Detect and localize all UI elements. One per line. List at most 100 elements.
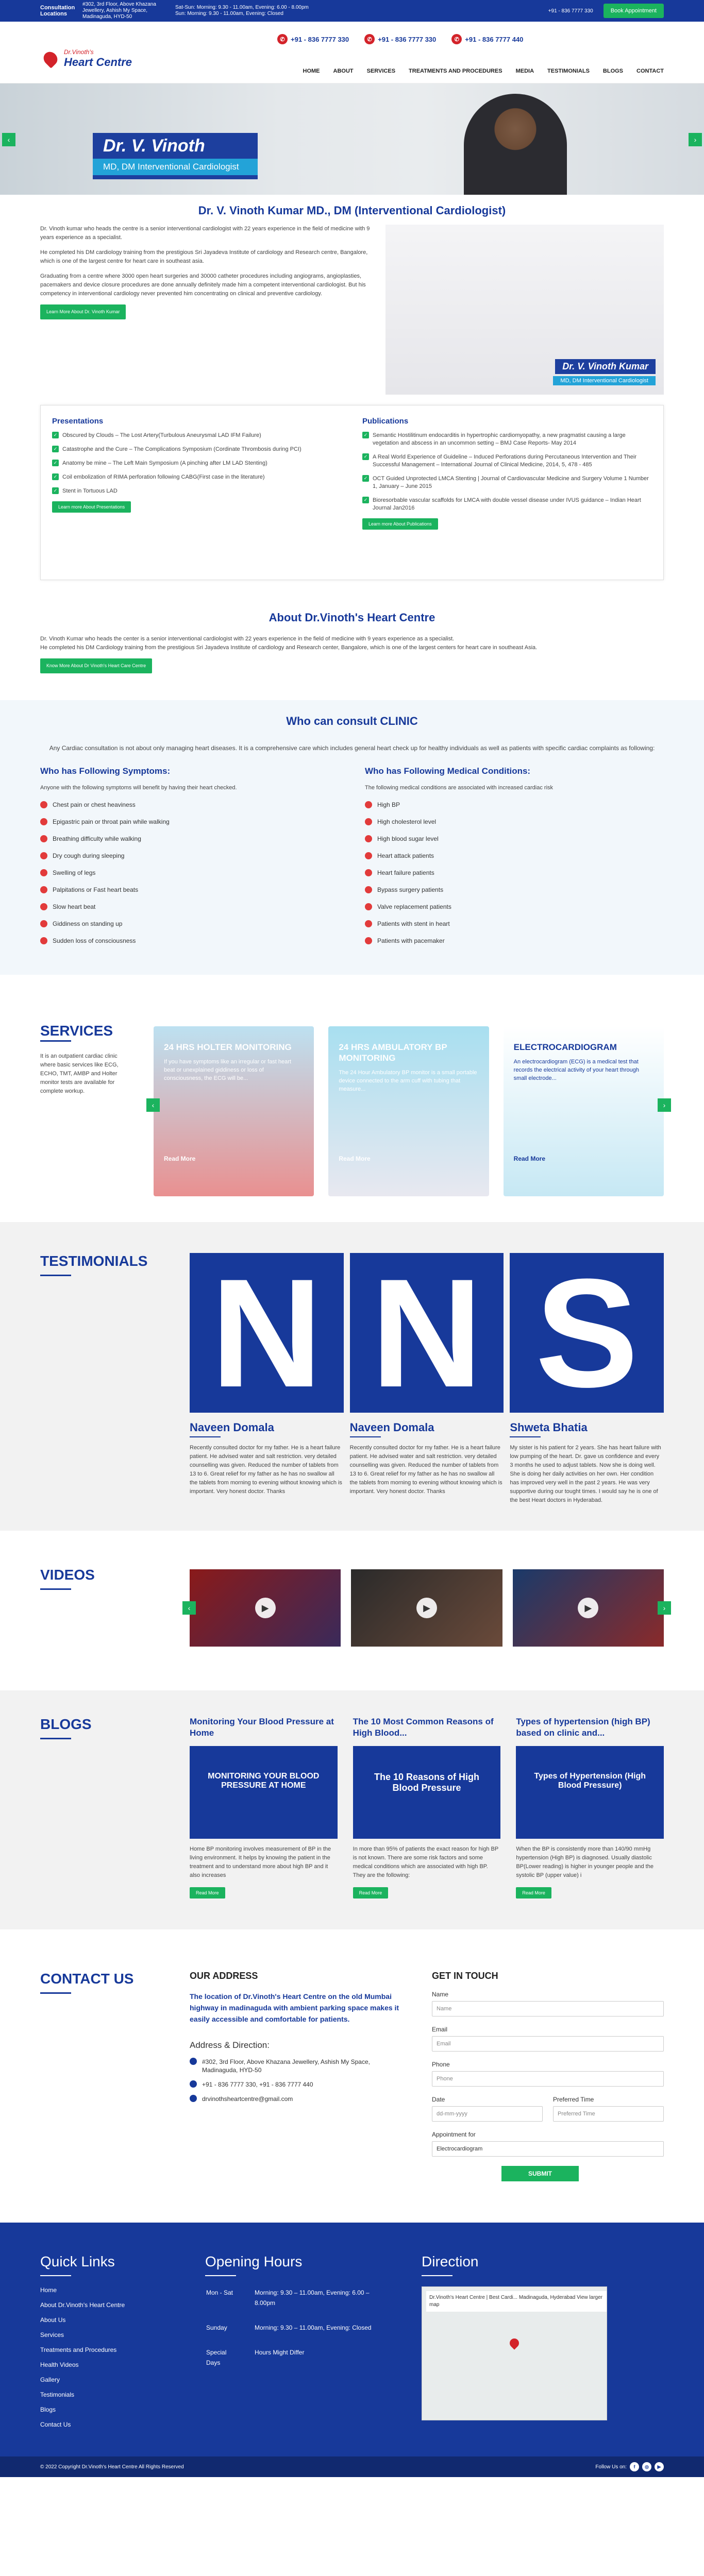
date-field[interactable]: dd-mm-yyyy bbox=[432, 2106, 543, 2122]
list-item: High cholesterol level bbox=[365, 818, 664, 825]
header-phone-3[interactable]: ✆ +91 - 836 7777 440 bbox=[451, 34, 523, 44]
footer-link[interactable]: Treatments and Procedures bbox=[40, 2346, 174, 2353]
list-item: Patients with stent in heart bbox=[365, 920, 664, 927]
nav-services[interactable]: SERVICES bbox=[367, 68, 395, 74]
map-embed[interactable]: Dr.Vinoth's Heart Centre | Best Cardi...… bbox=[422, 2286, 607, 2420]
phone-icon: ✆ bbox=[277, 34, 288, 44]
videos-next-button[interactable]: › bbox=[658, 1601, 671, 1615]
testimonials-section: TESTIMONIALS N Naveen Domala Recently cons… bbox=[0, 1222, 704, 1531]
list-item: Epigastric pain or throat pain while wal… bbox=[40, 818, 339, 825]
footer-link[interactable]: Health Videos bbox=[40, 2361, 174, 2368]
play-icon: ▶ bbox=[255, 1598, 276, 1618]
presentations-publications-box: Presentations Obscured by Clouds – The L… bbox=[40, 405, 664, 580]
footer-link[interactable]: About Us bbox=[40, 2316, 174, 2324]
list-item: High BP bbox=[365, 801, 664, 808]
service-card[interactable]: 24 HRS AMBULATORY BP MONITORING The 24 Ho… bbox=[328, 1026, 489, 1196]
publications-title: Publications bbox=[362, 417, 409, 426]
doctor-bio-p2: He completed his DM cardiology training … bbox=[40, 249, 368, 264]
consult-intro: Any Cardiac consultation is not about on… bbox=[49, 744, 655, 752]
nav-about[interactable]: ABOUT bbox=[333, 68, 354, 74]
list-item: Catastrophe and the Cure – The Complicat… bbox=[52, 446, 342, 453]
nav-blogs[interactable]: BLOGS bbox=[603, 68, 623, 74]
header-phone-1[interactable]: ✆ +91 - 836 7777 330 bbox=[277, 34, 349, 44]
presentations-title: Presentations bbox=[52, 417, 104, 426]
testimonial-card: N Naveen Domala Recently consulted doctor … bbox=[190, 1253, 344, 1505]
name-field[interactable]: Name bbox=[432, 2001, 664, 2016]
footer-link[interactable]: Testimonials bbox=[40, 2391, 174, 2398]
learn-more-doctor-button[interactable]: Learn More About Dr. Vinoth Kumar bbox=[40, 304, 126, 319]
list-item: Sudden loss of consciousness bbox=[40, 937, 339, 944]
logo[interactable]: Dr.Vinoth's Heart Centre bbox=[40, 48, 132, 69]
book-appointment-button[interactable]: Book Appointment bbox=[603, 4, 664, 18]
list-item: Semantic Hostilitinum endocarditis in hy… bbox=[362, 432, 652, 447]
youtube-icon[interactable]: ▶ bbox=[655, 2462, 664, 2471]
publications-button[interactable]: Learn more About Publications bbox=[362, 518, 438, 530]
avatar: S bbox=[510, 1253, 664, 1413]
phone-item[interactable]: +91 - 836 7777 330, +91 - 836 7777 440 bbox=[190, 2080, 406, 2089]
contact-form: GET IN TOUCH Name Name Email Email Phone… bbox=[432, 1971, 664, 2181]
footer-link[interactable]: About Dr.Vinoth's Heart Centre bbox=[40, 2301, 174, 2309]
blog-image[interactable]: The 10 Reasons of High Blood Pressure bbox=[353, 1746, 501, 1839]
list-item: Swelling of legs bbox=[40, 869, 339, 876]
blogs-title: BLOGS bbox=[40, 1716, 92, 1732]
footer-link[interactable]: Home bbox=[40, 2286, 174, 2294]
play-icon: ▶ bbox=[578, 1598, 599, 1618]
videos-prev-button[interactable]: ‹ bbox=[182, 1601, 196, 1615]
list-item: Obscured by Clouds – The Lost Artery(Tur… bbox=[52, 432, 342, 439]
list-item: Slow heart beat bbox=[40, 903, 339, 910]
presentations-button[interactable]: Learn more About Presentations bbox=[52, 501, 131, 513]
read-more-link[interactable]: Read More bbox=[514, 1155, 545, 1162]
nav-treatments[interactable]: TREATMENTS AND PROCEDURES bbox=[409, 68, 502, 74]
service-card[interactable]: 24 HRS HOLTER MONITORING If you have symp… bbox=[154, 1026, 314, 1196]
footer-link[interactable]: Gallery bbox=[40, 2376, 174, 2383]
footer-link[interactable]: Contact Us bbox=[40, 2421, 174, 2428]
email-item[interactable]: drvinothsheartcentre@gmail.com bbox=[190, 2095, 406, 2103]
address-item: #302, 3rd Floor, Above Khazana Jewellery… bbox=[190, 2058, 406, 2074]
read-more-button[interactable]: Read More bbox=[353, 1887, 389, 1899]
location-address: #302, 3rd Floor, Above Khazana Jewellery… bbox=[82, 2, 156, 20]
heart-icon bbox=[41, 49, 60, 69]
header-phone-2[interactable]: ✆ +91 - 836 7777 330 bbox=[364, 34, 436, 44]
header: Dr.Vinoth's Heart Centre ✆ +91 - 836 7777 … bbox=[0, 22, 704, 83]
video-thumbnail[interactable]: ▶ bbox=[351, 1569, 502, 1647]
read-more-link[interactable]: Read More bbox=[339, 1155, 370, 1162]
read-more-button[interactable]: Read More bbox=[516, 1887, 551, 1899]
video-thumbnail[interactable]: ▶ bbox=[512, 1569, 664, 1647]
map-pin-icon bbox=[508, 2336, 521, 2350]
phone-icon: ✆ bbox=[364, 34, 375, 44]
read-more-button[interactable]: Read More bbox=[190, 1887, 225, 1899]
instagram-icon[interactable]: ◎ bbox=[642, 2462, 651, 2471]
nav-testimonials[interactable]: TESTIMONIALS bbox=[547, 68, 590, 74]
nav-home[interactable]: HOME bbox=[303, 68, 320, 74]
nav-media[interactable]: MEDIA bbox=[516, 68, 534, 74]
know-more-centre-button[interactable]: Know More About Dr Vinoth's Heart Care C… bbox=[40, 658, 153, 673]
footer-link[interactable]: Services bbox=[40, 2331, 174, 2338]
submit-button[interactable]: SUBMIT bbox=[501, 2166, 579, 2181]
locations-title: Consultation Locations bbox=[40, 5, 75, 17]
facebook-icon[interactable]: f bbox=[630, 2462, 639, 2471]
phone-field[interactable]: Phone bbox=[432, 2071, 664, 2087]
top-phone[interactable]: +91 - 836 7777 330 bbox=[548, 8, 593, 14]
services-next-button[interactable]: › bbox=[658, 1098, 671, 1112]
slider-prev-button[interactable]: ‹ bbox=[2, 133, 15, 146]
footer-link[interactable]: Blogs bbox=[40, 2406, 174, 2413]
opening-hours: Mon - Sat Morning: 9.30 – 11.00am, Evenin… bbox=[206, 2289, 372, 2366]
blog-image[interactable]: MONITORING YOUR BLOOD PRESSURE AT HOME bbox=[190, 1746, 338, 1839]
slider-next-button[interactable]: › bbox=[689, 133, 702, 146]
services-section: SERVICES It is an outpatient cardiac cli… bbox=[40, 975, 671, 1222]
top-bar: Consultation Locations #302, 3rd Floor, … bbox=[0, 0, 704, 22]
blog-image[interactable]: Types of Hypertension (High Blood Pressu… bbox=[516, 1746, 664, 1839]
about-centre-p1: Dr. Vinoth Kumar who heads the center is… bbox=[40, 636, 455, 642]
email-field[interactable]: Email bbox=[432, 2036, 664, 2052]
video-thumbnail[interactable]: ▶ bbox=[190, 1569, 341, 1647]
nav-contact[interactable]: CONTACT bbox=[636, 68, 664, 74]
service-card[interactable]: ELECTROCARDIOGRAM An electrocardiogram (E… bbox=[503, 1026, 664, 1196]
time-field[interactable]: Preferred Time bbox=[553, 2106, 664, 2122]
list-item: Bypass surgery patients bbox=[365, 886, 664, 893]
play-icon: ▶ bbox=[416, 1598, 437, 1618]
doctor-bio-p3: Graduating from a centre where 3000 open… bbox=[40, 273, 366, 297]
read-more-link[interactable]: Read More bbox=[164, 1155, 195, 1162]
list-item: Dry cough during sleeping bbox=[40, 852, 339, 859]
services-prev-button[interactable]: ‹ bbox=[146, 1098, 160, 1112]
appointment-select[interactable]: Electrocardiogram bbox=[432, 2141, 664, 2157]
